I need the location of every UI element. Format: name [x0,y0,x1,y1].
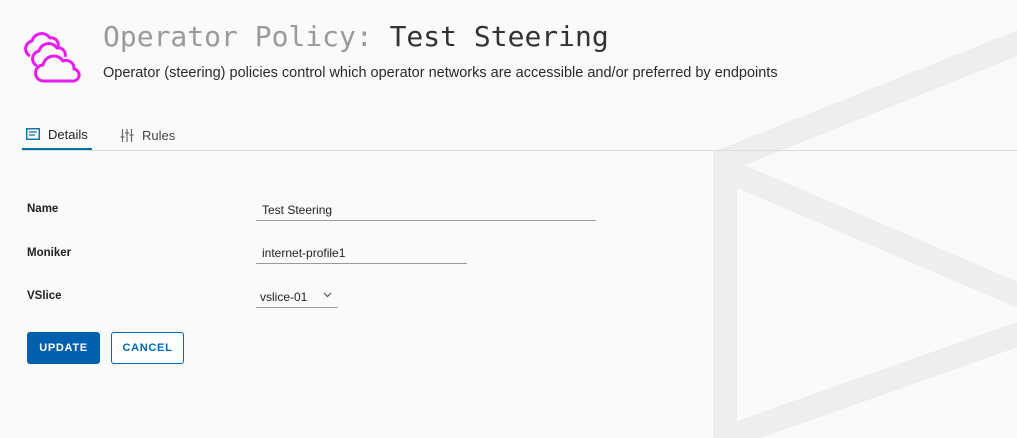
moniker-label: Moniker [27,247,72,259]
update-button[interactable]: UPDATE [27,332,100,364]
vslice-label: VSlice [27,290,62,302]
details-icon [26,128,40,140]
name-field[interactable]: Test Steering [256,201,596,221]
tab-rules-label: Rules [142,128,176,143]
cancel-button[interactable]: CANCEL [111,332,184,364]
tab-rules[interactable]: Rules [120,122,175,149]
clouds-icon [24,32,81,83]
sliders-icon [120,129,134,142]
name-label: Name [27,203,59,215]
tab-bar: Details Rules [22,122,1017,151]
tab-details[interactable]: Details [22,122,92,150]
page-title-prefix: Operator Policy: [103,20,373,53]
vslice-select-value: vslice-01 [260,290,308,304]
vslice-select[interactable]: vslice-01 [256,288,338,308]
moniker-field[interactable]: internet-profile1 [256,244,467,264]
page-title: Operator Policy: Test Steering [103,18,609,56]
page-title-name: Test Steering [389,20,609,53]
tab-details-label: Details [48,126,88,142]
chevron-down-icon [323,292,332,298]
page-subtitle: Operator (steering) policies control whi… [103,65,778,81]
